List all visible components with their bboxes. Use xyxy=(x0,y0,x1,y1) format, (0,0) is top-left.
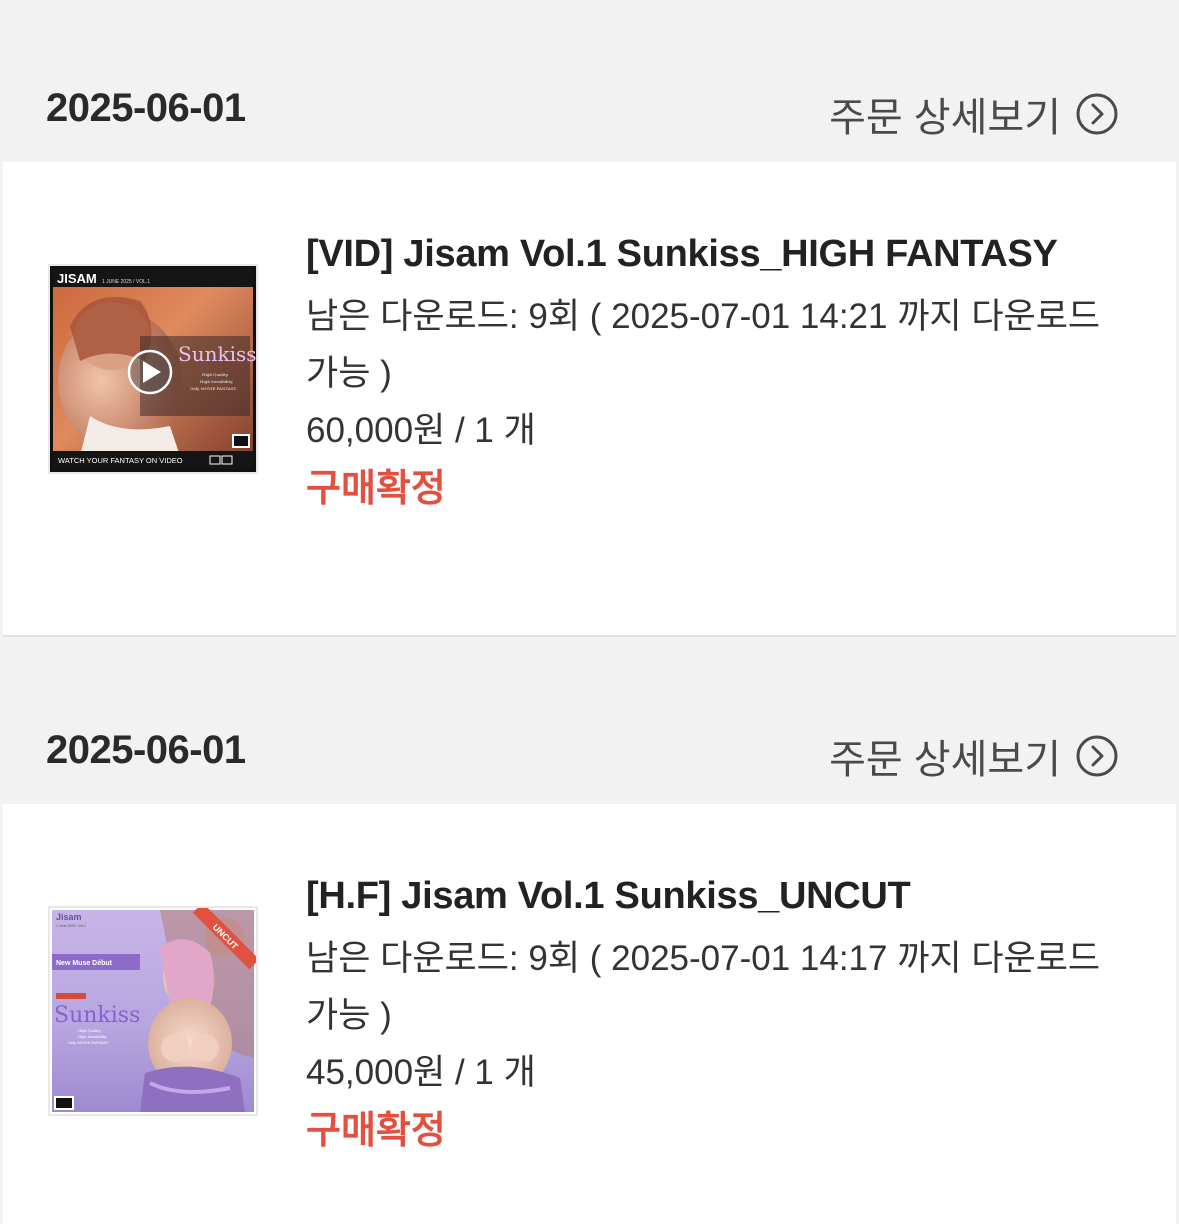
order-date: 2025-06-01 xyxy=(46,86,246,130)
chevron-right-circle-icon xyxy=(1075,92,1119,136)
thumb-brand: Jisam xyxy=(56,912,82,922)
svg-text:High Quality,: High Quality, xyxy=(202,372,229,377)
svg-text:High Sensibility,: High Sensibility, xyxy=(78,1035,107,1039)
item-price: 60,000원 / 1 개 xyxy=(306,411,536,450)
thumb-name: Sunkiss xyxy=(54,1003,140,1028)
product-thumbnail[interactable]: JISAM 1 JUNE 2025 / VOL.1 Sunkiss High Q… xyxy=(48,264,258,474)
svg-text:Only MOVIE FANTASY: Only MOVIE FANTASY xyxy=(68,1041,109,1045)
item-info: [VID] Jisam Vol.1 Sunkiss_HIGH FANTASY 남… xyxy=(306,232,1136,519)
download-line: 가능 ) xyxy=(306,996,392,1035)
order-date: 2025-06-01 xyxy=(46,728,246,772)
thumb-banner: New Muse Début xyxy=(56,960,113,967)
order-detail-label: 주문 상세보기 xyxy=(829,738,1061,782)
chevron-right-circle-icon xyxy=(1075,734,1119,778)
thumb-footer: WATCH YOUR FANTASY ON VIDEO xyxy=(58,456,183,465)
purchase-status: 구매확정 xyxy=(306,468,446,510)
item-price: 45,000원 / 1 개 xyxy=(306,1053,536,1092)
thumb-issue: 1 JUNE 2025 / VOL.1 xyxy=(102,279,150,285)
order-item-card: Jisam 1 June 2025 / Vol.1 UNCUT New Muse… xyxy=(3,804,1176,1224)
order-detail-link[interactable]: 주문 상세보기 xyxy=(829,85,1119,143)
order-item-card: JISAM 1 JUNE 2025 / VOL.1 Sunkiss High Q… xyxy=(3,162,1176,637)
product-thumbnail[interactable]: Jisam 1 June 2025 / Vol.1 UNCUT New Muse… xyxy=(48,906,258,1116)
order-header: 2025-06-01 주문 상세보기 xyxy=(0,0,1179,162)
thumb-issue: 1 June 2025 / Vol.1 xyxy=(56,924,86,928)
svg-text:Only MOVIE FANTASY.: Only MOVIE FANTASY. xyxy=(190,386,237,391)
download-line: 남은 다운로드: 9회 ( 2025-07-01 14:21 까지 다운로드 xyxy=(306,297,1101,336)
purchase-status: 구매확정 xyxy=(306,1110,446,1152)
thumb-name: Sunkiss xyxy=(178,342,256,366)
item-title[interactable]: [H.F] Jisam Vol.1 Sunkiss_UNCUT xyxy=(306,874,1136,918)
download-info: 남은 다운로드: 9회 ( 2025-07-01 14:21 까지 다운로드 가… xyxy=(306,288,1136,402)
order-detail-label: 주문 상세보기 xyxy=(829,96,1061,140)
svg-text:High Quality,: High Quality, xyxy=(78,1029,101,1033)
svg-text:High Sensibility,: High Sensibility, xyxy=(200,379,233,384)
download-line: 가능 ) xyxy=(306,354,392,393)
item-title[interactable]: [VID] Jisam Vol.1 Sunkiss_HIGH FANTASY xyxy=(306,232,1136,276)
thumb-brand: JISAM xyxy=(57,271,97,286)
item-info: [H.F] Jisam Vol.1 Sunkiss_UNCUT 남은 다운로드:… xyxy=(306,874,1136,1161)
play-circle-icon xyxy=(127,349,173,395)
order-detail-link[interactable]: 주문 상세보기 xyxy=(829,727,1119,785)
download-line: 남은 다운로드: 9회 ( 2025-07-01 14:17 까지 다운로드 xyxy=(306,939,1101,978)
order-header: 2025-06-01 주문 상세보기 xyxy=(0,640,1179,804)
download-info: 남은 다운로드: 9회 ( 2025-07-01 14:17 까지 다운로드 가… xyxy=(306,930,1136,1044)
